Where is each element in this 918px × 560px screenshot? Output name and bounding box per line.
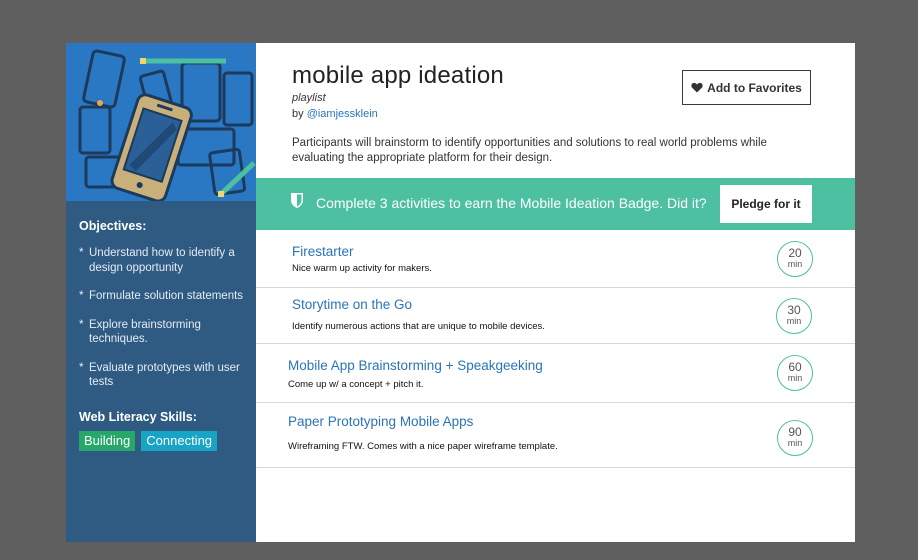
skills-title: Web Literacy Skills: (79, 409, 197, 424)
skill-tag-building[interactable]: Building (79, 430, 136, 451)
activity-row[interactable]: Mobile App Brainstorming + Speakgeeking … (256, 344, 855, 403)
objective-bullet: * (79, 361, 84, 374)
page-subtitle: playlist (292, 92, 326, 104)
objectives-title: Objectives: (79, 219, 147, 233)
byline-prefix: by (292, 108, 304, 120)
objective-item: * Formulate solution statements (79, 289, 249, 304)
objective-item: * Understand how to identify a design opp… (79, 246, 249, 275)
page-title: mobile app ideation (292, 62, 504, 89)
objective-text: Explore brainstorming techniques. (89, 318, 201, 346)
objective-text: Evaluate prototypes with user tests (89, 361, 240, 389)
activity-description: Nice warm up activity for makers. (292, 263, 432, 274)
badge-text: Complete 3 activities to earn the Mobile… (316, 195, 707, 211)
duration-badge: 60 min (777, 355, 813, 391)
activity-title[interactable]: Firestarter (292, 244, 354, 259)
activity-row[interactable]: Paper Prototyping Mobile Apps Wireframin… (256, 403, 855, 468)
main-content: mobile app ideation playlist by @iamjess… (256, 43, 855, 542)
objective-bullet: * (79, 247, 84, 259)
objective-text: Formulate solution statements (89, 290, 244, 302)
activity-description: Identify numerous actions that are uniqu… (292, 321, 545, 332)
activity-description: Come up w/ a concept + pitch it. (288, 379, 424, 390)
add-to-favorites-label: Add to Favorites (707, 80, 802, 95)
objective-text: Understand how to identify a design oppo… (89, 247, 235, 274)
activity-title[interactable]: Mobile App Brainstorming + Speakgeeking (288, 358, 543, 373)
activity-row[interactable]: Firestarter Nice warm up activity for ma… (256, 230, 855, 288)
heart-icon (691, 82, 703, 93)
objective-item: * Evaluate prototypes with user tests (79, 361, 249, 390)
skills-tags: Building Connecting (79, 430, 249, 451)
objective-item: * Explore brainstorming techniques. (79, 318, 249, 347)
playlist-card: Objectives: * Understand how to identify … (66, 43, 855, 542)
objective-bullet: * (79, 318, 84, 331)
activity-description: Wireframing FTW. Comes with a nice paper… (288, 441, 558, 452)
duration-unit: min (787, 259, 803, 269)
duration-unit: min (787, 373, 803, 383)
duration-badge: 20 min (777, 241, 813, 277)
add-to-favorites-button[interactable]: Add to Favorites (682, 70, 811, 105)
activity-row[interactable]: Storytime on the Go Identify numerous ac… (256, 288, 855, 344)
objective-bullet: * (79, 290, 84, 302)
shield-icon (291, 193, 303, 208)
activity-title[interactable]: Storytime on the Go (292, 297, 412, 312)
duration-value: 30 (787, 303, 801, 317)
playlist-description: Participants will brainstorm to identify… (292, 137, 767, 164)
badge-banner: Complete 3 activities to earn the Mobile… (256, 178, 855, 230)
duration-badge: 30 min (776, 298, 812, 334)
hero-illustration (66, 43, 256, 201)
duration-value: 60 (788, 360, 802, 374)
sidebar: Objectives: * Understand how to identify … (66, 43, 256, 542)
sidebar-body: Objectives: * Understand how to identify … (79, 219, 249, 451)
duration-value: 20 (788, 246, 802, 260)
duration-unit: min (787, 438, 803, 448)
activities-list: Firestarter Nice warm up activity for ma… (256, 230, 855, 468)
duration-unit: min (786, 316, 802, 326)
duration-value: 90 (788, 425, 802, 439)
pledge-button[interactable]: Pledge for it (720, 185, 812, 223)
skill-tag-connecting[interactable]: Connecting (141, 430, 218, 451)
activity-title[interactable]: Paper Prototyping Mobile Apps (288, 414, 473, 429)
objectives-list: * Understand how to identify a design opp… (79, 246, 249, 390)
byline: by @iamjessklein (292, 108, 378, 120)
duration-badge: 90 min (777, 420, 813, 456)
mobile-devices-illustration (66, 43, 256, 201)
author-link[interactable]: @iamjessklein (307, 108, 378, 120)
